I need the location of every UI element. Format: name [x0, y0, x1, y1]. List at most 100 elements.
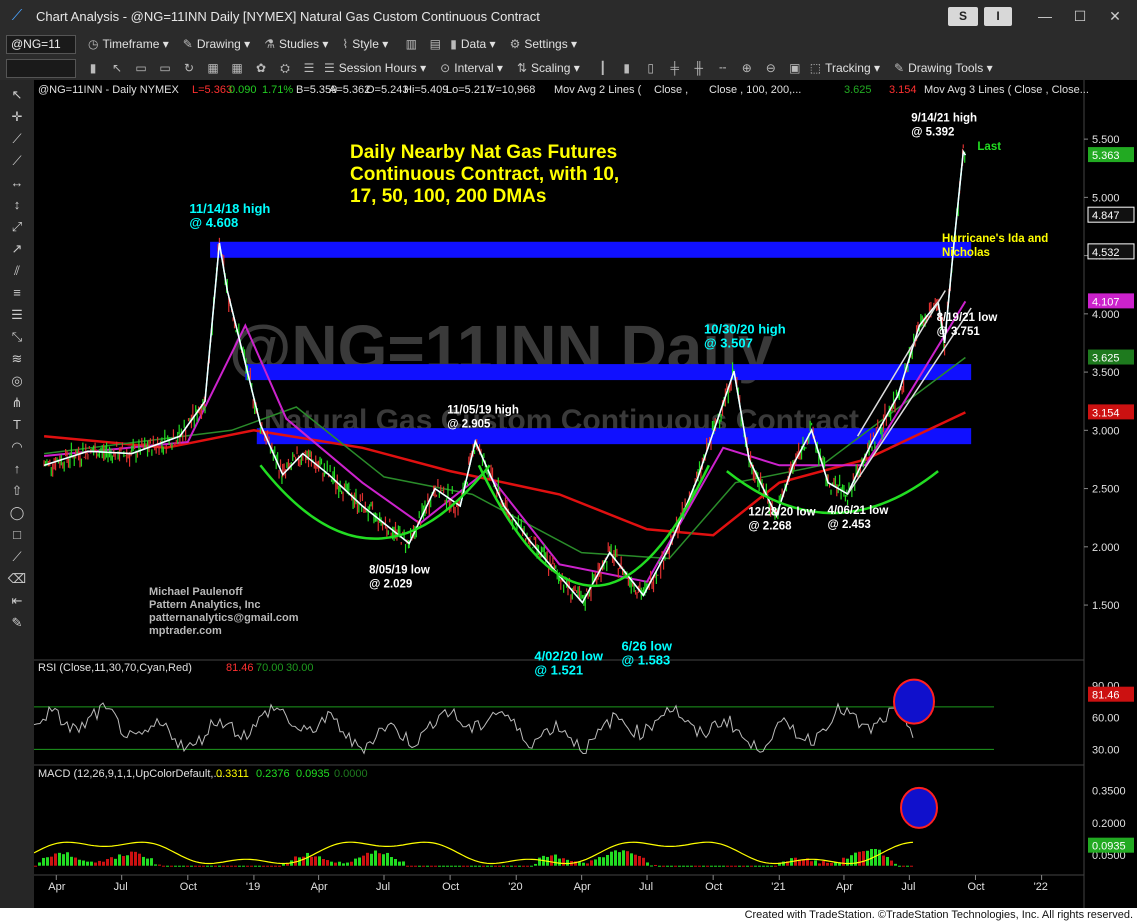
indicator-icon[interactable]: ⛭: [276, 59, 294, 77]
price-header-field: 1.71%: [262, 84, 293, 96]
ray-tool-icon[interactable]: ⟋: [7, 152, 27, 170]
arrow-line-tool-icon[interactable]: ↗: [7, 240, 27, 258]
price-header-field: Hi=5.409: [404, 84, 448, 96]
list-icon[interactable]: ☰: [300, 59, 318, 77]
scaling-menu[interactable]: ⇅ Scaling ▾: [517, 61, 580, 75]
close-icon[interactable]: ✕: [1100, 6, 1130, 26]
symbol-input[interactable]: @NG=11: [6, 34, 76, 54]
gann-fan-tool-icon[interactable]: ≋: [7, 350, 27, 368]
andrews-pitchfork-tool-icon[interactable]: ⋔: [7, 394, 27, 412]
up-arrow-outline-tool-icon[interactable]: ⇧: [7, 482, 27, 500]
tracking-icon: ⬚: [809, 61, 822, 75]
studies-menu[interactable]: ⚗ Studies ▾: [264, 37, 328, 51]
macd-hist-bar: [702, 865, 705, 867]
symbol-link-button[interactable]: S: [948, 7, 978, 26]
vertical-line-tool-icon[interactable]: ↕: [7, 196, 27, 214]
chart-svg[interactable]: @NG=11INN - Daily NYMEX L=5.3630.090 1.71%…: [33, 80, 1137, 912]
up-arrow-tool-icon[interactable]: ↑: [7, 460, 27, 478]
macd-hist-bar: [670, 865, 673, 867]
style-menu[interactable]: ⌇ Style ▾: [342, 37, 388, 51]
macd-hist-bar: [110, 857, 113, 866]
macd-header-value: 0.0000: [334, 768, 368, 780]
macd-hist-bar: [118, 854, 121, 866]
price-annotation: @ 2.268: [748, 521, 792, 533]
drawing-menu[interactable]: ✎ Drawing ▾: [183, 37, 250, 51]
timeframe-menu[interactable]: ◷ Timeframe ▾: [88, 37, 169, 51]
eraser-tool-icon[interactable]: ⌫: [7, 570, 27, 588]
tracking-menu[interactable]: ⬚ Tracking ▾: [810, 61, 880, 75]
macd-header-value: 0.2376: [256, 768, 290, 780]
trendline-tool-icon[interactable]: ⟋: [7, 130, 27, 148]
drawing-tools-icon: ✎: [894, 61, 905, 75]
settings-small-icon[interactable]: ✿: [252, 59, 270, 77]
hlc-icon[interactable]: ╫: [690, 59, 708, 77]
zoom-out-icon[interactable]: ⊖: [762, 59, 780, 77]
refresh-icon[interactable]: ↻: [180, 59, 198, 77]
maximize-icon[interactable]: ☐: [1065, 6, 1095, 26]
style-label: Style: [352, 37, 379, 51]
macd-hist-bar: [86, 861, 89, 866]
macd-hist-bar: [122, 856, 125, 866]
macd-hist-bar: [346, 862, 349, 866]
ruler-tool-icon[interactable]: ⟋: [7, 548, 27, 566]
macd-hist-bar: [842, 857, 845, 866]
fib-tool-icon[interactable]: ≡: [7, 284, 27, 302]
price-header-field: Mov Avg 3 Lines ( Close , Close...: [924, 84, 1089, 96]
macd-hist-bar: [158, 864, 161, 866]
macd-hist-bar: [642, 857, 645, 866]
session-hours-menu[interactable]: ☰ Session Hours ▾: [324, 61, 426, 75]
crosshair-icon[interactable]: ▣: [786, 59, 804, 77]
table-icon[interactable]: ▦: [228, 59, 246, 77]
zoom-in-icon[interactable]: ⊕: [738, 59, 756, 77]
settings-menu[interactable]: ⚙ Settings ▾: [510, 37, 577, 51]
ellipse-tool-icon[interactable]: ◯: [7, 504, 27, 522]
horizontal-line-tool-icon[interactable]: ↔: [7, 174, 27, 192]
minimize-icon[interactable]: —: [1030, 6, 1060, 26]
arc-tool-icon[interactable]: ◠: [7, 438, 27, 456]
parallel-channel-tool-icon[interactable]: ⫽: [7, 262, 27, 280]
chart-type-icon[interactable]: ▥: [402, 35, 420, 53]
insert-bar-icon[interactable]: ▮: [84, 59, 102, 77]
window-icon[interactable]: ▭: [132, 59, 150, 77]
candle-icon[interactable]: ┃: [594, 59, 612, 77]
grid-icon[interactable]: ▦: [204, 59, 222, 77]
interval-label: Interval: [454, 61, 494, 75]
line-icon[interactable]: ╌: [714, 59, 732, 77]
interval-link-button[interactable]: I: [984, 7, 1012, 26]
text-tool-icon[interactable]: T: [7, 416, 27, 434]
ohlc-icon[interactable]: ╪: [666, 59, 684, 77]
macd-hist-bar: [338, 861, 341, 866]
price-annotation: 11/14/18 high: [189, 201, 270, 216]
macd-hist-bar: [490, 865, 493, 867]
cycle-tool-icon[interactable]: ◎: [7, 372, 27, 390]
price-axis-badge-label: 4.107: [1092, 296, 1120, 308]
regression-tool-icon[interactable]: ⤡: [7, 328, 27, 346]
crosshair-tool-icon[interactable]: ✛: [7, 108, 27, 126]
macd-hist-bar: [658, 865, 661, 867]
window-alt-icon[interactable]: ▭: [156, 59, 174, 77]
interval-menu[interactable]: ⊙ Interval ▾: [440, 61, 503, 75]
drawing-tools-menu[interactable]: ✎ Drawing Tools ▾: [894, 61, 993, 75]
scaling-icon: ⇅: [516, 61, 528, 75]
chart-area[interactable]: @NG=11INN - Daily NYMEX L=5.363 0.090 1.71%…: [33, 80, 1137, 912]
price-annotation: 8/19/21 low: [937, 312, 998, 324]
macd-hist-bar: [242, 865, 245, 867]
annotate-tool-icon[interactable]: ✎: [7, 614, 27, 632]
rectangle-tool-icon[interactable]: □: [7, 526, 27, 544]
candle-box-icon[interactable]: ▯: [642, 59, 660, 77]
collapse-tool-icon[interactable]: ⇤: [7, 592, 27, 610]
price-header-field: 0.090: [229, 84, 257, 96]
pointer-tool-icon[interactable]: ↖: [7, 86, 27, 104]
cursor-icon[interactable]: ↖: [108, 59, 126, 77]
data-menu[interactable]: ▮ Data ▾: [450, 37, 495, 51]
macd-hist-bar: [734, 865, 737, 867]
layout-icon[interactable]: ▤: [426, 35, 444, 53]
macd-axis-badge-label: 0.0935: [1092, 841, 1126, 853]
candle-blue-icon[interactable]: ▮: [618, 59, 636, 77]
timeframe-select[interactable]: [6, 58, 76, 78]
price-y-tick: 3.000: [1092, 425, 1120, 437]
fib-extension-tool-icon[interactable]: ☰: [7, 306, 27, 324]
time-axis-tick: Apr: [574, 881, 591, 893]
extended-line-tool-icon[interactable]: ⤢: [7, 218, 27, 236]
macd-y-tick: 0.2000: [1092, 818, 1126, 830]
